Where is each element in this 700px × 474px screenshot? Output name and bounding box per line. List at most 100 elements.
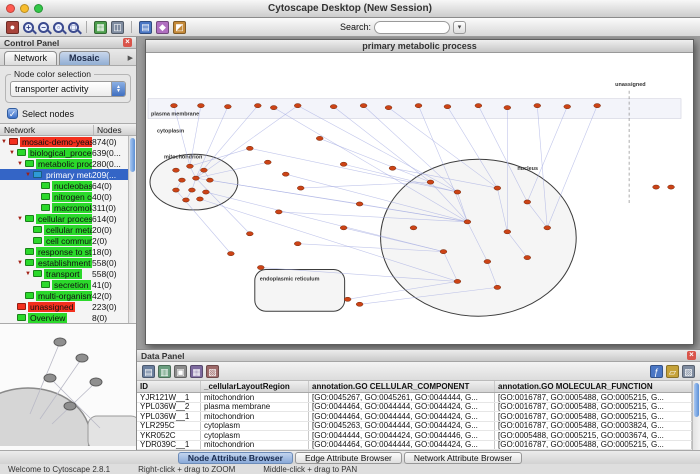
network-node[interactable] [653,185,660,189]
control-panel-close-icon[interactable]: × [123,38,132,47]
network-node[interactable] [171,104,178,108]
maximize-window-icon[interactable] [34,4,43,13]
select-attributes-icon[interactable]: ▤ [142,365,155,378]
tree-row[interactable]: cellular metabo...20(0) [0,224,128,235]
expander-icon[interactable]: ▼ [0,139,8,145]
network-node[interactable] [198,104,205,108]
network-node[interactable] [297,186,304,190]
network-node[interactable] [246,146,253,150]
zoom-in-icon[interactable]: + [23,22,34,33]
network-node[interactable] [524,200,531,204]
network-node[interactable] [316,136,323,140]
tree-row[interactable]: ▼transport558(0) [0,268,128,279]
snapshot-icon[interactable]: ● [6,21,19,34]
network-node[interactable] [504,230,511,234]
tab-mosaic[interactable]: Mosaic [59,51,110,65]
network-node[interactable] [193,176,200,180]
select-nodes-checkbox[interactable]: ✓ [7,108,18,119]
network-node[interactable] [344,297,351,301]
column-header-2[interactable]: _cellularLayoutRegion [201,381,309,392]
duplicate-attribute-icon[interactable]: ▣ [174,365,187,378]
expander-icon[interactable]: ▼ [8,150,16,156]
tree-row[interactable]: response to stimu...18(0) [0,246,128,257]
vizmapper-icon[interactable]: ◩ [173,21,186,34]
network-node[interactable] [330,105,337,109]
tab-network[interactable]: Network [4,51,57,65]
network-node[interactable] [475,104,482,108]
tree-row[interactable]: nitrogen compo...40(0) [0,191,128,202]
tree-row[interactable]: ▼establishment of l...558(0) [0,257,128,268]
column-header-3[interactable]: annotation.GO CELLULAR_COMPONENT [309,381,495,392]
network-node[interactable] [389,166,396,170]
data-panel-close-icon[interactable]: × [687,351,696,360]
network-node[interactable] [294,104,301,108]
network-node[interactable] [594,104,601,108]
network-node[interactable] [340,226,347,230]
tree-column-network[interactable]: Network [0,125,94,135]
network-node[interactable] [494,285,501,289]
network-view-title[interactable]: primary metabolic process [146,40,693,53]
expander-icon[interactable]: ▼ [16,260,24,266]
network-node[interactable] [183,198,190,202]
expander-icon[interactable]: ▼ [24,172,32,178]
table-scrollbar[interactable] [692,381,700,450]
tree-scrollbar[interactable] [128,136,136,323]
new-network-icon[interactable]: ▤ [139,21,152,34]
tree-row[interactable]: multi-organism pr...42(0) [0,290,128,301]
network-node[interactable] [173,168,180,172]
birdseye-view[interactable] [0,323,136,450]
tree-scrollbar-thumb[interactable] [130,138,135,172]
network-node[interactable] [385,106,392,110]
hide-selected-icon[interactable]: ◫ [111,21,124,34]
network-node[interactable] [360,104,367,108]
column-header-1[interactable]: ID [137,381,201,392]
network-node[interactable] [270,106,277,110]
open-file-icon[interactable]: ▨ [682,365,695,378]
network-node[interactable] [427,180,434,184]
tree-row[interactable]: macromolecule...311(0) [0,202,128,213]
tab-scroll-right-icon[interactable]: ▶ [128,54,133,65]
zoom-fit-icon[interactable]: □ [68,22,79,33]
formula-builder-icon[interactable]: ƒ [650,365,663,378]
tree-row[interactable]: secretion41(0) [0,279,128,290]
network-node[interactable] [494,186,501,190]
tab-edge-attribute-browser[interactable]: Edge Attribute Browser [295,452,402,464]
tab-node-attribute-browser[interactable]: Node Attribute Browser [178,452,293,464]
minimize-window-icon[interactable] [20,4,29,13]
expander-icon[interactable]: ▼ [16,216,24,222]
tree-column-nodes[interactable]: Nodes [94,125,136,135]
network-node[interactable] [246,232,253,236]
network-node[interactable] [201,168,208,172]
zoom-selected-icon[interactable]: ▫ [53,22,64,33]
tree-row[interactable]: cell communica...2(0) [0,235,128,246]
network-node[interactable] [504,106,511,110]
network-node[interactable] [187,164,194,168]
network-node[interactable] [224,105,231,109]
close-window-icon[interactable] [6,4,15,13]
tree-row[interactable]: ▼metabolic process280(0... [0,158,128,169]
network-node[interactable] [415,104,422,108]
network-node[interactable] [410,226,417,230]
table-row[interactable]: YDR039C__1mitochondrion[GO:0044464, GO:0… [137,441,692,451]
network-node[interactable] [668,185,675,189]
search-options-icon[interactable]: ▾ [453,21,466,34]
annotation-icon[interactable]: ◆ [156,21,169,34]
expander-icon[interactable]: ▼ [16,161,24,167]
table-row[interactable]: YPL036W__1mitochondrion[GO:0044464, GO:0… [137,412,692,422]
tab-network-attribute-browser[interactable]: Network Attribute Browser [404,452,522,464]
network-node[interactable] [464,220,471,224]
network-node[interactable] [254,104,261,108]
network-node[interactable] [340,162,347,166]
tree-row[interactable]: ▼cellular process614(0) [0,213,128,224]
table-row[interactable]: YPL036W__2plasma membrane[GO:0044464, GO… [137,403,692,413]
network-node[interactable] [275,210,282,214]
table-row[interactable]: YKR052Ccytoplasm[GO:0044444, GO:0044424,… [137,431,692,441]
network-node[interactable] [282,172,289,176]
network-node[interactable] [356,302,363,306]
network-node[interactable] [189,188,196,192]
network-node[interactable] [534,104,541,108]
table-scrollbar-thumb[interactable] [694,383,699,417]
network-node[interactable] [206,178,213,182]
import-table-icon[interactable]: ▱ [666,365,679,378]
delete-attribute-icon[interactable]: ▧ [206,365,219,378]
